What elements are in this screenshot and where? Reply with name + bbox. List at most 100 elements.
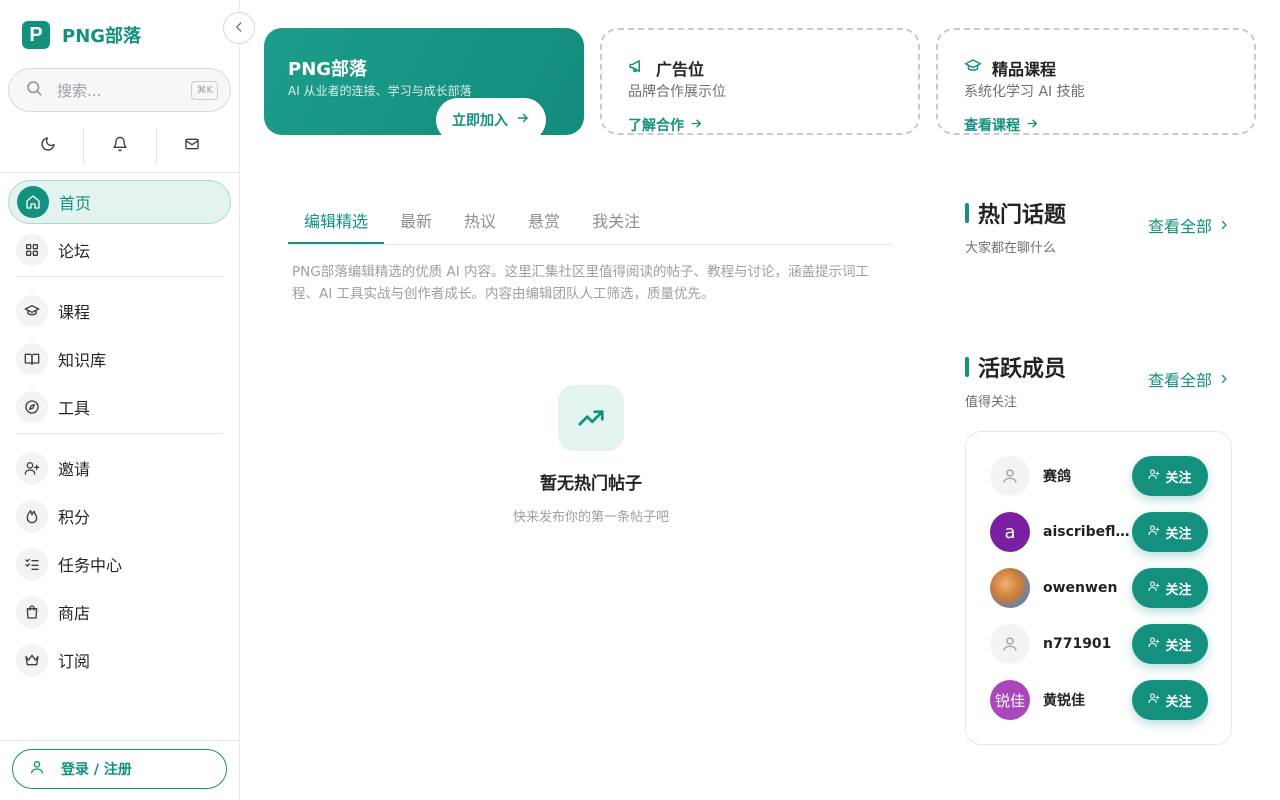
empty-subtitle: 快来发布你的第一条帖子吧 (512, 510, 669, 525)
feed-tabs: 编辑精选 最新 热议 悬赏 我关注 (288, 196, 893, 245)
collapse-sidebar-button[interactable] (223, 12, 255, 44)
notifications-button[interactable] (84, 128, 155, 164)
sidebar-item-tools[interactable]: 工具 (8, 385, 231, 429)
sidebar-item-tasks[interactable]: 任务中心 (8, 542, 231, 586)
sidebar-item-label: 知识库 (58, 351, 107, 370)
hero-banner: PNG部落 AI 从业者的连接、学习与成长部落 立即加入 (264, 28, 584, 135)
sidebar-item-label: 论坛 (58, 242, 91, 261)
course-card-subtitle: 系统化学习 AI 技能 (964, 84, 1085, 100)
tab-description: PNG部落编辑精选的优质 AI 内容。这里汇集社区里值得阅读的帖子、教程与讨论，… (292, 264, 869, 302)
search-input[interactable]: 搜索... ⌘K (8, 68, 231, 112)
follow-button[interactable]: 关注 (1132, 568, 1208, 608)
member-name[interactable]: 黄锐佳 (1043, 690, 1131, 710)
avatar[interactable] (990, 568, 1030, 608)
join-label: 立即加入 (452, 113, 508, 129)
sidebar-item-label: 课程 (58, 303, 91, 322)
ad-card-subtitle: 品牌合作展示位 (628, 84, 726, 100)
sidebar-item-label: 订阅 (58, 652, 91, 671)
ad-card[interactable]: 广告位 品牌合作展示位 了解合作 (600, 28, 920, 135)
user-plus-icon (1148, 636, 1161, 652)
hero-subtitle: AI 从业者的连接、学习与成长部落 (288, 84, 472, 98)
accent-bar (965, 357, 969, 377)
member-name[interactable]: 赛鸽 (1043, 466, 1131, 486)
member-row: owenwen 关注 (990, 564, 1208, 612)
user-plus-icon (1148, 468, 1161, 484)
messages-button[interactable] (157, 128, 228, 164)
sidebar-item-label: 首页 (59, 194, 92, 213)
sidebar-item-subscribe[interactable]: 订阅 (8, 638, 231, 682)
hot-topics-view-all[interactable]: 查看全部 (1148, 213, 1230, 237)
avatar[interactable]: 锐佳 (990, 680, 1030, 720)
hot-topics-subtitle: 大家都在聊什么 (965, 241, 1057, 256)
empty-state: 暂无热门帖子 快来发布你的第一条帖子吧 (438, 385, 744, 525)
sidebar-item-invite[interactable]: 邀请 (8, 446, 231, 490)
member-row: n771901 关注 (990, 620, 1208, 668)
course-link-text: 查看课程 (964, 118, 1020, 134)
view-all-text: 查看全部 (1147, 371, 1212, 390)
app-root: P PNG部落 搜索... ⌘K 首页 论坛 课程 知识库 工具 邀请 积分 任… (0, 0, 1280, 800)
crown-icon (16, 644, 48, 676)
course-card[interactable]: 精品课程 系统化学习 AI 技能 查看课程 (936, 28, 1256, 135)
arrow-right-icon (516, 111, 530, 129)
mail-icon (184, 136, 200, 156)
sidebar-item-home[interactable]: 首页 (8, 180, 231, 224)
brand[interactable]: P PNG部落 (22, 21, 141, 49)
active-members-header: 活跃成员 值得关注 查看全部 (965, 351, 1230, 410)
sidebar-item-courses[interactable]: 课程 (8, 289, 231, 333)
sidebar-item-points[interactable]: 积分 (8, 494, 231, 538)
follow-button[interactable]: 关注 (1132, 624, 1208, 664)
member-name[interactable]: owenwen (1043, 580, 1131, 596)
sidebar-item-shop[interactable]: 商店 (8, 590, 231, 634)
tab-hot[interactable]: 热议 (448, 196, 512, 244)
user-plus-icon (1148, 580, 1161, 596)
hot-topics-title-text: 热门话题 (978, 203, 1067, 228)
accent-bar (965, 203, 969, 223)
sidebar-item-label: 工具 (58, 399, 91, 418)
member-name[interactable]: aiscribefl... (1043, 524, 1131, 540)
tab-bounty[interactable]: 悬赏 (512, 196, 576, 244)
avatar[interactable]: a (990, 512, 1030, 552)
view-all-text: 查看全部 (1147, 217, 1212, 236)
login-button[interactable]: 登录 / 注册 (12, 749, 227, 789)
member-row: 锐佳 黄锐佳 关注 (990, 676, 1208, 724)
avatar[interactable] (990, 624, 1030, 664)
follow-button[interactable]: 关注 (1132, 512, 1208, 552)
sidebar: P PNG部落 搜索... ⌘K 首页 论坛 课程 知识库 工具 邀请 积分 任… (0, 0, 240, 800)
sidebar-item-label: 任务中心 (58, 556, 123, 575)
tab-latest[interactable]: 最新 (384, 196, 448, 244)
user-plus-icon (1148, 692, 1161, 708)
tab-following[interactable]: 我关注 (576, 196, 656, 244)
bell-icon (112, 136, 128, 156)
member-row: 赛鸽 关注 (990, 452, 1208, 500)
tab-editor-picks[interactable]: 编辑精选 (288, 196, 385, 244)
sidebar-item-label: 邀请 (58, 460, 91, 479)
hot-topics-header: 热门话题 大家都在聊什么 查看全部 (965, 197, 1230, 256)
course-title-text: 精品课程 (992, 60, 1057, 79)
avatar[interactable] (990, 456, 1030, 496)
active-members-view-all[interactable]: 查看全部 (1148, 367, 1230, 391)
member-name[interactable]: n771901 (1043, 636, 1131, 652)
ad-card-link[interactable]: 了解合作 (628, 115, 703, 135)
sidebar-item-label: 积分 (58, 508, 91, 527)
user-icon (29, 759, 45, 779)
empty-title: 暂无热门帖子 (540, 474, 642, 494)
shopping-bag-icon (16, 596, 48, 628)
sidebar-nav: 首页 论坛 课程 知识库 工具 邀请 积分 任务中心 商店 订阅 (8, 180, 231, 686)
follow-button[interactable]: 关注 (1132, 456, 1208, 496)
megaphone-icon (628, 57, 646, 79)
follow-label: 关注 (1165, 582, 1192, 598)
course-card-link[interactable]: 查看课程 (964, 115, 1039, 135)
arrow-right-icon (1026, 117, 1039, 134)
follow-button[interactable]: 关注 (1132, 680, 1208, 720)
graduation-cap-icon (16, 295, 48, 327)
divider (0, 172, 239, 173)
user-plus-icon (16, 452, 48, 484)
search-icon (25, 79, 43, 101)
active-members-title-text: 活跃成员 (978, 357, 1067, 382)
sidebar-item-forum[interactable]: 论坛 (8, 228, 231, 272)
join-button[interactable]: 立即加入 (436, 98, 546, 135)
sidebar-item-knowledge[interactable]: 知识库 (8, 337, 231, 381)
theme-toggle-button[interactable] (12, 128, 83, 164)
follow-label: 关注 (1165, 470, 1192, 486)
chevron-right-icon (1218, 370, 1230, 389)
